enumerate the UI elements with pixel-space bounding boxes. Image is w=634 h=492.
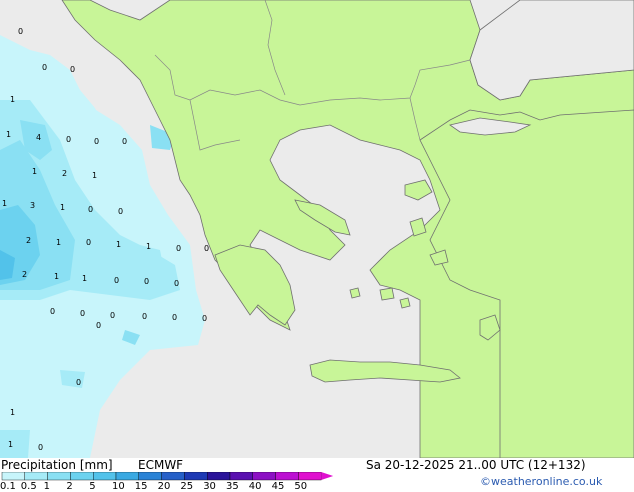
station-value: 1 xyxy=(54,272,59,281)
scale-swatch xyxy=(184,472,208,481)
station-value: 1 xyxy=(56,238,61,247)
station-value: 0 xyxy=(172,313,177,322)
station-value: 1 xyxy=(32,167,37,176)
station-value: 0 xyxy=(114,276,119,285)
station-value: 0 xyxy=(70,65,75,74)
station-value: 1 xyxy=(10,95,15,104)
scale-tick-label: 5 xyxy=(89,481,96,492)
station-value: 1 xyxy=(60,203,65,212)
station-value: 0 xyxy=(38,443,43,452)
station-value: 0 xyxy=(86,238,91,247)
station-value: 0 xyxy=(174,279,179,288)
station-value: 1 xyxy=(82,274,87,283)
scale-tick-label: 40 xyxy=(248,481,262,492)
station-value: 0 xyxy=(144,277,149,286)
station-value: 2 xyxy=(62,169,67,178)
station-value: 3 xyxy=(30,201,35,210)
station-value: 0 xyxy=(88,205,93,214)
station-value: 2 xyxy=(26,236,31,245)
legend-model: ECMWF xyxy=(138,458,184,472)
scale-tick-label: 15 xyxy=(134,481,148,492)
scale-tick-label: 10 xyxy=(112,481,125,492)
station-value: 1 xyxy=(6,130,11,139)
scale-swatch xyxy=(92,472,117,481)
map-canvas: 0 0 0 1 1 4 0 0 0 1 2 1 1 3 1 0 0 2 1 0 … xyxy=(0,0,634,459)
scale-swatch xyxy=(24,472,48,481)
station-value: 1 xyxy=(116,240,121,249)
station-value: 0 xyxy=(96,321,101,330)
scale-swatch xyxy=(1,472,25,481)
station-value: 0 xyxy=(202,314,207,323)
station-value: 0 xyxy=(110,311,115,320)
forecast-map[interactable]: 0 0 0 1 1 4 0 0 0 1 2 1 1 3 1 0 0 2 1 0 … xyxy=(0,0,634,459)
station-value: 4 xyxy=(36,133,41,142)
station-value: 1 xyxy=(8,440,13,449)
station-value: 1 xyxy=(92,171,97,180)
scale-tick-label: 25 xyxy=(180,481,194,492)
scale-swatch xyxy=(161,472,185,481)
scale-tick-label: 2 xyxy=(66,481,73,492)
scale-tick-label: 0.1 xyxy=(0,481,16,492)
station-value: 0 xyxy=(142,312,147,321)
station-value: 1 xyxy=(146,242,151,251)
scale-swatch xyxy=(115,472,139,481)
scale-tick-label: 35 xyxy=(226,481,239,492)
legend-title: Precipitation [mm] xyxy=(1,458,113,472)
station-value: 0 xyxy=(76,378,81,387)
legend-footer: Precipitation [mm] ECMWF Sa 20-12-2025 2… xyxy=(0,458,634,492)
scale-tick-label: 45 xyxy=(271,481,285,492)
scale-tick-label: 30 xyxy=(203,481,216,492)
station-value: 0 xyxy=(42,63,47,72)
scale-arrow xyxy=(321,472,334,480)
scale-swatch xyxy=(47,472,71,481)
scale-swatch xyxy=(275,472,299,481)
station-value: 0 xyxy=(18,27,23,36)
station-value: 0 xyxy=(66,135,71,144)
scale-swatch xyxy=(298,472,322,481)
station-value: 0 xyxy=(50,307,55,316)
scale-tick-label: 50 xyxy=(294,481,308,492)
run-datetime: Sa 20-12-2025 21..00 UTC (12+132) xyxy=(366,458,586,472)
station-value: 2 xyxy=(22,270,27,279)
scale-swatch xyxy=(252,472,276,481)
scale-tick-label: 1 xyxy=(43,481,50,492)
station-value: 1 xyxy=(10,408,15,417)
station-value: 1 xyxy=(2,199,7,208)
scale-tick-label: 0.5 xyxy=(20,481,37,492)
scale-swatch xyxy=(229,472,253,481)
station-value: 0 xyxy=(80,309,85,318)
station-value: 0 xyxy=(118,207,123,216)
scale-swatch xyxy=(70,472,94,481)
scale-swatch xyxy=(138,472,162,481)
station-value: 0 xyxy=(204,244,209,253)
credit-link[interactable]: ©weatheronline.co.uk xyxy=(480,475,602,488)
station-value: 0 xyxy=(94,137,99,146)
station-value: 0 xyxy=(122,137,127,146)
scale-swatch xyxy=(206,472,231,481)
scale-tick-label: 20 xyxy=(157,481,171,492)
station-value: 0 xyxy=(176,244,181,253)
